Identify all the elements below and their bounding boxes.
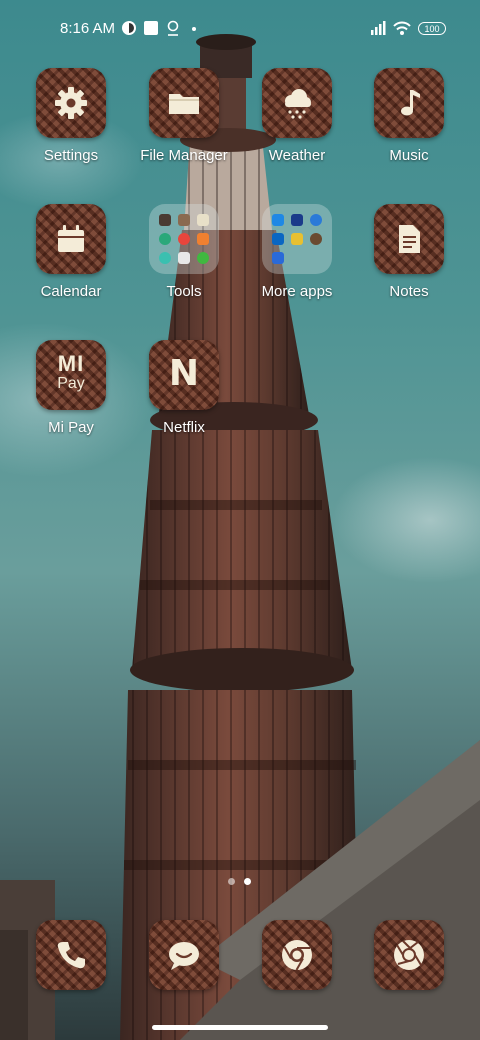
chrome-icon <box>282 940 312 971</box>
mini-app-icon <box>178 252 190 264</box>
app-calendar[interactable]: Calendar <box>16 204 126 316</box>
status-bar: 8:16 AM 100 <box>0 14 480 42</box>
page-dot-active[interactable] <box>244 878 251 885</box>
app-weather[interactable]: Weather <box>242 68 352 180</box>
calendar-icon <box>58 225 84 252</box>
cloud-rain-icon <box>285 89 311 119</box>
app-music[interactable]: Music <box>354 68 464 180</box>
app-notification-icon <box>122 21 136 35</box>
folder-grid-icon <box>262 204 332 274</box>
folder-grid-icon <box>149 204 219 274</box>
location-pin-icon <box>167 20 179 36</box>
netflix-icon: N <box>168 353 200 394</box>
mini-app-icon <box>310 214 322 226</box>
app-label: Music <box>389 147 429 164</box>
dot-icon <box>192 27 196 31</box>
app-mi-pay[interactable]: MI Pay Mi Pay <box>16 340 126 452</box>
music-note-icon <box>401 90 420 116</box>
message-icon <box>169 942 199 970</box>
mini-app-icon <box>197 233 209 245</box>
mini-app-icon <box>159 252 171 264</box>
app-label: Weather <box>268 147 326 164</box>
app-label: Netflix <box>163 419 205 436</box>
mini-app-icon <box>197 214 209 226</box>
app-label: Settings <box>43 147 99 164</box>
dock-camera[interactable] <box>354 920 464 1032</box>
mini-app-icon <box>310 233 322 245</box>
mini-app-icon <box>272 233 284 245</box>
page-dot[interactable] <box>228 878 235 885</box>
gear-icon <box>55 87 87 119</box>
dock-messages[interactable] <box>129 920 239 1032</box>
app-label: More apps <box>261 283 333 300</box>
mi-pay-glyph-bottom: Pay <box>57 375 85 392</box>
home-indicator[interactable] <box>152 1025 328 1030</box>
app-label: File Manager <box>140 147 228 164</box>
app-netflix[interactable]: N Netflix <box>129 340 239 452</box>
mini-app-icon <box>178 233 190 245</box>
mini-app-icon <box>159 233 171 245</box>
note-icon <box>399 225 420 253</box>
app-label: Notes <box>389 283 429 300</box>
dock-phone[interactable] <box>16 920 126 1032</box>
signal-icon <box>371 21 386 35</box>
app-label: Tools <box>166 283 202 300</box>
app-notes[interactable]: Notes <box>354 204 464 316</box>
mi-pay-icon: MI Pay <box>36 353 106 392</box>
mini-app-icon <box>197 252 209 264</box>
camera-aperture-icon <box>394 940 424 970</box>
battery-icon: 100 <box>418 22 446 35</box>
mini-app-icon <box>291 214 303 226</box>
square-icon <box>144 21 158 35</box>
folder-icon <box>169 94 199 114</box>
status-time: 8:16 AM <box>60 20 116 37</box>
folder-tools[interactable]: Tools <box>129 204 239 316</box>
app-label: Mi Pay <box>48 419 94 436</box>
app-file-manager[interactable]: File Manager <box>129 68 239 180</box>
dock-chrome[interactable] <box>242 920 352 1032</box>
mini-app-icon <box>159 214 171 226</box>
mini-app-icon <box>272 252 284 264</box>
mini-app-icon <box>291 233 303 245</box>
phone-icon <box>57 942 85 969</box>
wifi-icon <box>393 21 411 35</box>
folder-more-apps[interactable]: More apps <box>242 204 352 316</box>
mini-app-icon <box>272 214 284 226</box>
app-label: Calendar <box>40 283 102 300</box>
app-settings[interactable]: Settings <box>16 68 126 180</box>
mi-pay-glyph-top: MI <box>57 351 85 376</box>
mini-app-icon <box>178 214 190 226</box>
